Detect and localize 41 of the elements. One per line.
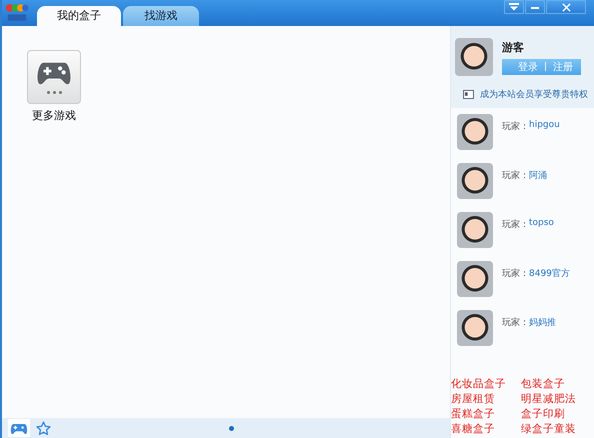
avatar [457, 212, 493, 248]
player-label: 玩家： [502, 218, 529, 231]
game-label: 更多游戏 [32, 108, 76, 123]
player-name-link[interactable]: 8499官方 [529, 267, 570, 280]
ad-link[interactable]: 包装盒子 [521, 377, 591, 391]
player-label: 玩家： [502, 316, 529, 329]
dropdown-button[interactable] [504, 0, 524, 14]
gamepad-icon[interactable] [8, 419, 30, 437]
ad-link[interactable]: 明星减肥法 [521, 392, 591, 406]
separator: | [544, 62, 548, 72]
ad-link[interactable]: 房屋租赁 [451, 392, 521, 406]
avatar [457, 163, 493, 199]
player-label: 玩家： [502, 120, 529, 133]
ad-link[interactable]: 喜糖盒子 [451, 422, 521, 436]
ad-link[interactable]: 盒子印刷 [521, 407, 591, 421]
user-name: 游客 [502, 40, 525, 55]
ad-link[interactable]: 化妆品盒子 [451, 377, 521, 391]
avatar [457, 261, 493, 297]
player-label: 玩家： [502, 170, 529, 182]
avatar [457, 310, 493, 346]
dropdown-icon [509, 3, 519, 11]
tab[interactable]: 找游戏 [123, 6, 199, 26]
avatar [455, 38, 493, 76]
card-icon [463, 90, 474, 99]
close-button[interactable] [546, 0, 586, 14]
close-icon [562, 2, 570, 12]
player-name-link[interactable]: topso [529, 218, 554, 228]
logo-icon [5, 2, 29, 23]
page-dot[interactable] [229, 426, 234, 430]
tab[interactable]: 我的盒子 [37, 6, 121, 26]
player-name-link[interactable]: 妈妈推 [529, 316, 556, 329]
avatar [457, 114, 493, 150]
ad-link[interactable]: 蛋糕盒子 [451, 407, 521, 421]
ad-link[interactable]: 绿盒子童装 [521, 422, 591, 436]
player-name-link[interactable]: hipgou [529, 120, 560, 130]
player-label: 玩家： [502, 268, 529, 280]
star-icon[interactable] [34, 419, 53, 437]
game-tile[interactable] [27, 50, 81, 104]
player-name-link[interactable]: 阿涌 [529, 169, 547, 182]
minimize-button[interactable] [525, 0, 545, 14]
promo-link[interactable]: 成为本站会员享受尊贵特权 [480, 88, 588, 101]
